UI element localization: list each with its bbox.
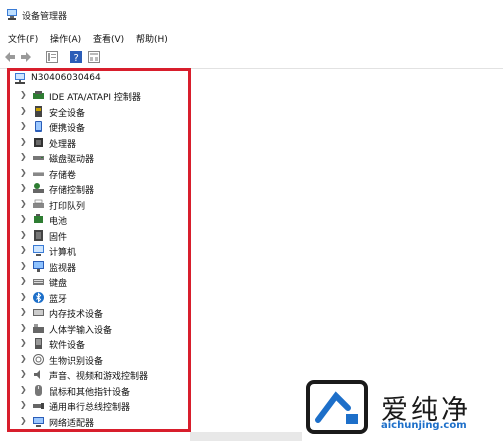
tree-node-label: 存储控制器: [49, 186, 95, 196]
menu-bar: 文件(F) 操作(A) 查看(V) 帮助(H): [0, 30, 503, 46]
tree-node-label: 蓝牙: [49, 294, 68, 305]
disk-drive-icon: [33, 156, 44, 160]
sound-icon: [34, 370, 40, 379]
chevron-right-icon[interactable]: ❯: [20, 106, 28, 115]
tree-node-label: 通用串行总线控制器: [49, 403, 131, 413]
tree-node-label: 便携设备: [49, 124, 86, 134]
tree-node-label: 软件设备: [49, 341, 86, 351]
battery-icon: [34, 214, 43, 223]
help-icon[interactable]: ?: [70, 51, 82, 63]
tree-node-label: 电池: [49, 217, 68, 227]
view-icon[interactable]: [88, 51, 100, 63]
biometric-icon: [33, 353, 44, 365]
firmware-icon: [34, 229, 43, 241]
menu-help[interactable]: 帮助(H): [136, 32, 168, 45]
memory-device-icon: [33, 309, 44, 316]
portable-device-icon: [35, 121, 42, 132]
chevron-right-icon[interactable]: ❯: [20, 401, 28, 409]
tree-node-label: 键盘: [49, 279, 68, 289]
chevron-right-icon[interactable]: ❯: [20, 416, 28, 425]
chevron-right-icon[interactable]: ❯: [20, 339, 28, 347]
chevron-right-icon[interactable]: ❯: [20, 370, 28, 378]
chevron-right-icon[interactable]: ❯: [20, 277, 28, 285]
svg-text:?: ?: [74, 53, 79, 63]
tree-node-label: 固件: [49, 232, 68, 243]
chevron-right-icon[interactable]: ❯: [20, 261, 28, 270]
chevron-right-icon[interactable]: ❯: [20, 230, 28, 239]
forward-icon[interactable]: [20, 51, 32, 63]
storage-controller-icon: [33, 183, 44, 193]
tree-node-label: 计算机: [49, 248, 77, 258]
storage-volume-icon: [33, 171, 44, 176]
chevron-right-icon[interactable]: ❯: [20, 215, 28, 223]
chevron-right-icon[interactable]: ❯: [20, 122, 28, 130]
keyboard-icon: [33, 279, 44, 285]
software-device-icon: [35, 338, 42, 349]
bluetooth-icon: [33, 291, 44, 303]
menu-file[interactable]: 文件(F): [8, 32, 38, 45]
watermark-logo-icon: [306, 380, 368, 434]
mouse-icon: [35, 384, 42, 396]
chevron-right-icon[interactable]: ❯: [20, 168, 28, 177]
computer-root-icon: [15, 73, 25, 84]
chevron-right-icon[interactable]: ❯: [20, 323, 28, 332]
processor-icon: [34, 137, 43, 147]
security-device-icon: [35, 105, 42, 117]
tree-node-label: 磁盘驱动器: [49, 155, 95, 165]
device-tree: N30406030464 ❯ IDE ATA/ATAPI 控制器 ❯ 安全设备 ❯ 便携设…: [0, 68, 503, 441]
tree-node-label: 监视器: [49, 263, 77, 274]
chevron-right-icon[interactable]: ❯: [20, 292, 28, 301]
tree-node-label: 声音、视频和游戏控制器: [49, 372, 149, 382]
menu-view[interactable]: 查看(V): [93, 32, 124, 45]
usb-icon: [33, 403, 44, 409]
chevron-right-icon[interactable]: ❯: [20, 184, 28, 192]
computer-icon: [33, 245, 44, 256]
print-queue-icon: [33, 199, 44, 208]
tree-node-label: 内存技术设备: [49, 310, 104, 320]
chevron-right-icon[interactable]: ❯: [20, 199, 28, 208]
tree-node-label: IDE ATA/ATAPI 控制器: [49, 93, 141, 103]
device-manager-icon: [7, 9, 17, 20]
tree-node-label: 网络适配器: [49, 418, 95, 429]
tree-node-label: 安全设备: [49, 108, 86, 119]
title-bar: 设备管理器: [0, 0, 503, 30]
window-title: 设备管理器: [22, 12, 68, 22]
chevron-right-icon[interactable]: ❯: [20, 91, 28, 99]
tree-node-label: 打印队列: [49, 201, 86, 212]
tree-node-label: 鼠标和其他指针设备: [49, 387, 131, 398]
properties-icon[interactable]: [46, 51, 58, 63]
network-adapter-icon: [33, 416, 44, 427]
chevron-right-icon[interactable]: ❯: [20, 308, 28, 316]
tree-node-label: 生物识别设备: [49, 356, 104, 367]
tree-node-label: 存储卷: [49, 170, 77, 181]
back-icon[interactable]: [4, 51, 16, 63]
horizontal-scrollbar[interactable]: [190, 432, 302, 441]
toolbar: ?: [0, 46, 503, 69]
chevron-right-icon[interactable]: ❯: [20, 153, 28, 161]
chevron-right-icon[interactable]: ❯: [20, 354, 28, 363]
tree-node-label: 处理器: [49, 139, 77, 150]
watermark-url: aichunjing.com: [381, 420, 467, 431]
hid-icon: [33, 323, 44, 333]
chevron-right-icon[interactable]: ❯: [20, 246, 28, 254]
root-label: N30406030464: [31, 73, 101, 83]
chevron-right-icon[interactable]: ❯: [20, 385, 28, 394]
tree-node-label: 人体学输入设备: [49, 325, 113, 336]
menu-action[interactable]: 操作(A): [50, 32, 81, 45]
chevron-right-icon[interactable]: ❯: [20, 137, 28, 146]
monitor-icon: [33, 260, 44, 272]
ide-controller-icon: [33, 91, 44, 99]
